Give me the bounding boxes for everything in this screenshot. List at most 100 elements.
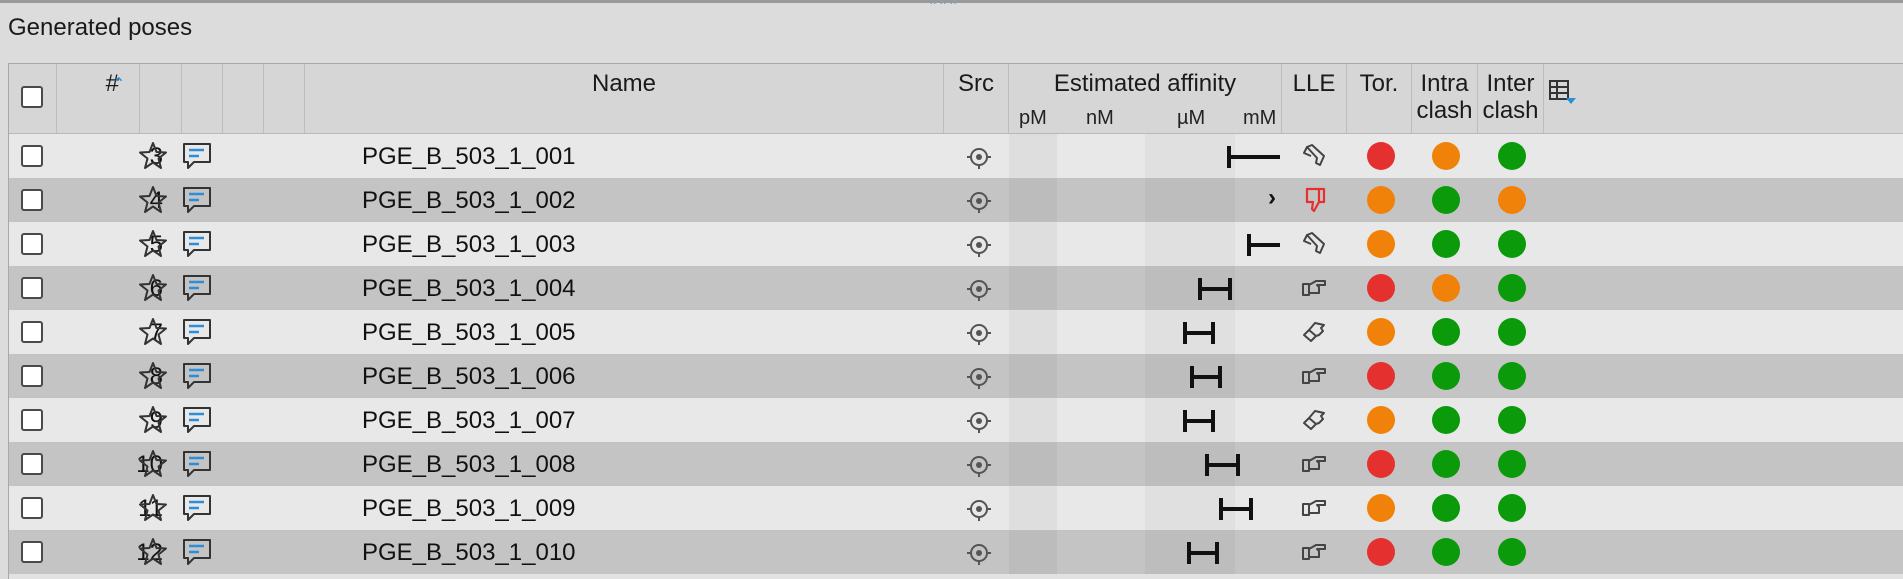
comment-icon[interactable]	[180, 448, 214, 480]
header-lle-label: LLE	[1292, 70, 1336, 97]
target-icon[interactable]	[964, 186, 994, 216]
splitter-handle[interactable]: ⌄⌄⌄	[928, 0, 978, 4]
pose-name[interactable]: PGE_B_503_1_007	[362, 407, 576, 435]
target-icon[interactable]	[964, 450, 994, 480]
table-row[interactable]: 12 PGE_B_503_1_010	[9, 530, 1903, 574]
intra-clash-status-dot	[1432, 450, 1460, 478]
row-checkbox[interactable]	[21, 233, 43, 255]
thumbs-sideways-icon	[1302, 456, 1326, 472]
header-lle[interactable]: LLE	[1282, 64, 1347, 133]
comment-icon[interactable]	[180, 536, 214, 568]
table-row[interactable]: 6 PGE_B_503_1_004	[9, 266, 1903, 310]
torsion-status-dot	[1367, 406, 1395, 434]
row-checkbox[interactable]	[21, 189, 43, 211]
pose-name[interactable]: PGE_B_503_1_001	[362, 143, 576, 171]
row-checkbox[interactable]	[21, 541, 43, 563]
header-num[interactable]: # ⌃	[57, 64, 140, 133]
target-icon[interactable]	[964, 494, 994, 524]
affinity-band-pm	[1009, 486, 1057, 530]
intra-clash-status-dot	[1432, 142, 1460, 170]
table-row[interactable]: 7 PGE_B_503_1_005	[9, 310, 1903, 354]
star-icon[interactable]	[137, 448, 169, 480]
inter-clash-status-dot	[1498, 450, 1526, 478]
affinity-band-pm	[1009, 178, 1057, 222]
table-row[interactable]: 5 PGE_B_503_1_003	[9, 222, 1903, 266]
header-affinity[interactable]: Estimated affinity pM nM µM mM	[1009, 64, 1282, 133]
target-icon[interactable]	[964, 274, 994, 304]
table-row[interactable]: 10 PGE_B_503_1_008	[9, 442, 1903, 486]
pose-name[interactable]: PGE_B_503_1_010	[362, 539, 576, 567]
comment-icon[interactable]	[180, 272, 214, 304]
affinity-range-bar	[1226, 146, 1280, 168]
intra-clash-status-dot	[1432, 318, 1460, 346]
table-row[interactable]: 3 PGE_B_503_1_001	[9, 134, 1903, 178]
row-checkbox[interactable]	[21, 277, 43, 299]
target-icon[interactable]	[964, 142, 994, 172]
pose-name[interactable]: PGE_B_503_1_003	[362, 231, 576, 259]
row-checkbox[interactable]	[21, 497, 43, 519]
table-row[interactable]: 11 PGE_B_503_1_009	[9, 486, 1903, 530]
star-icon[interactable]	[137, 184, 169, 216]
thumbs-sideways-icon	[1302, 544, 1326, 560]
inter-clash-status-dot	[1498, 142, 1526, 170]
row-checkbox[interactable]	[21, 365, 43, 387]
comment-icon[interactable]	[180, 184, 214, 216]
pose-name[interactable]: PGE_B_503_1_005	[362, 319, 576, 347]
target-icon[interactable]	[964, 406, 994, 436]
affinity-band-um	[1145, 134, 1235, 178]
row-checkbox[interactable]	[21, 321, 43, 343]
target-icon[interactable]	[964, 538, 994, 568]
star-icon[interactable]	[137, 492, 169, 524]
affinity-unit-um: µM	[1177, 107, 1206, 129]
header-blank-2	[264, 64, 305, 133]
pose-name[interactable]: PGE_B_503_1_004	[362, 275, 576, 303]
header-favorite	[140, 64, 182, 133]
comment-icon[interactable]	[180, 140, 214, 172]
star-icon[interactable]	[137, 140, 169, 172]
star-icon[interactable]	[137, 404, 169, 436]
table-row[interactable]: 4 PGE_B_503_1_002 ›	[9, 178, 1903, 222]
pose-name[interactable]: PGE_B_503_1_009	[362, 495, 576, 523]
comment-icon[interactable]	[180, 360, 214, 392]
row-checkbox[interactable]	[21, 453, 43, 475]
pose-name[interactable]: PGE_B_503_1_006	[362, 363, 576, 391]
header-inter-clash[interactable]: Inter clash	[1478, 64, 1544, 133]
target-icon[interactable]	[964, 230, 994, 260]
target-icon[interactable]	[964, 362, 994, 392]
star-icon[interactable]	[137, 228, 169, 260]
affinity-band-pm	[1009, 310, 1057, 354]
pose-name[interactable]: PGE_B_503_1_008	[362, 451, 576, 479]
column-chooser-icon[interactable]	[1548, 78, 1578, 108]
star-icon[interactable]	[137, 272, 169, 304]
header-src[interactable]: Src	[944, 64, 1009, 133]
intra-clash-status-dot	[1432, 406, 1460, 434]
select-all-checkbox[interactable]	[21, 86, 43, 108]
affinity-band-pm	[1009, 398, 1057, 442]
target-icon[interactable]	[964, 318, 994, 348]
affinity-band-pm	[1009, 222, 1057, 266]
intra-clash-status-dot	[1432, 494, 1460, 522]
comment-icon[interactable]	[180, 228, 214, 260]
header-intra-clash[interactable]: Intra clash	[1412, 64, 1478, 133]
star-icon[interactable]	[137, 536, 169, 568]
comment-icon[interactable]	[180, 492, 214, 524]
comment-icon[interactable]	[180, 404, 214, 436]
star-icon[interactable]	[137, 360, 169, 392]
header-name[interactable]: Name	[305, 64, 944, 133]
thumbs-up-tilted-icon	[1303, 410, 1325, 430]
affinity-band-pm	[1009, 442, 1057, 486]
star-icon[interactable]	[137, 316, 169, 348]
row-checkbox[interactable]	[21, 409, 43, 431]
panel-title: Generated poses	[8, 14, 193, 41]
table-row[interactable]: 8 PGE_B_503_1_006	[9, 354, 1903, 398]
table-row[interactable]: 9 PGE_B_503_1_007	[9, 398, 1903, 442]
torsion-status-dot	[1367, 538, 1395, 566]
affinity-band-um	[1145, 222, 1235, 266]
header-tor[interactable]: Tor.	[1347, 64, 1412, 133]
intra-clash-status-dot	[1432, 230, 1460, 258]
header-name-label: Name	[591, 70, 657, 97]
header-inter-label-2: clash	[1482, 97, 1539, 124]
row-checkbox[interactable]	[21, 145, 43, 167]
pose-name[interactable]: PGE_B_503_1_002	[362, 187, 576, 215]
comment-icon[interactable]	[180, 316, 214, 348]
